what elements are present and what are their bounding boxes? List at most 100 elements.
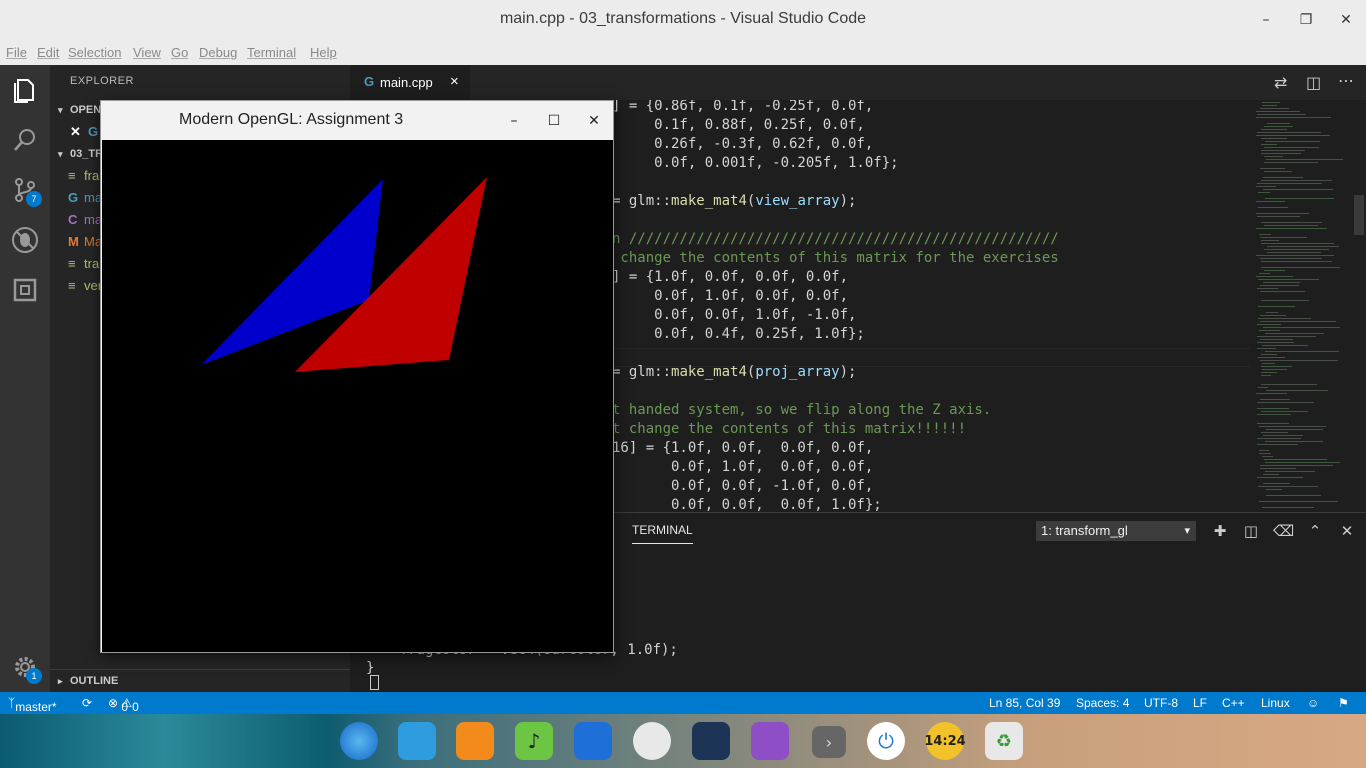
minimap-line bbox=[1259, 234, 1271, 235]
tab-terminal[interactable]: TERMINAL bbox=[632, 523, 693, 544]
menu-selection[interactable]: Selection bbox=[68, 45, 121, 60]
more-actions-icon[interactable]: ⋯ bbox=[1338, 71, 1354, 90]
tab-close-icon[interactable]: × bbox=[450, 73, 459, 90]
video-player-icon[interactable] bbox=[574, 722, 612, 760]
tab-main-cpp[interactable]: G main.cpp × bbox=[350, 65, 470, 100]
extensions-icon[interactable] bbox=[0, 265, 50, 315]
minimap-line bbox=[1262, 345, 1308, 346]
menu-debug[interactable]: Debug bbox=[199, 45, 237, 60]
split-terminal-icon[interactable]: ◫ bbox=[1241, 521, 1261, 541]
file-type-icon: G bbox=[68, 190, 79, 205]
gl-minimize-button[interactable]: – bbox=[504, 111, 524, 131]
code-token: = glm:: bbox=[612, 193, 672, 209]
restore-button[interactable]: ❐ bbox=[1296, 10, 1316, 30]
menu-file[interactable]: File bbox=[6, 45, 27, 60]
feedback-smiley-icon[interactable]: ☺ bbox=[1307, 696, 1319, 710]
minimap-line bbox=[1266, 390, 1328, 391]
menu-bar: File Edit Selection View Go Debug Termin… bbox=[0, 42, 1366, 65]
terminal-select[interactable]: 1: transform_gl ▾ bbox=[1036, 521, 1196, 541]
menu-terminal[interactable]: Terminal bbox=[247, 45, 296, 60]
eol-status[interactable]: LF bbox=[1193, 696, 1207, 710]
scrollbar-thumb[interactable] bbox=[1354, 195, 1364, 235]
opengl-window-title: Modern OpenGL: Assignment 3 bbox=[179, 111, 404, 128]
problems-status[interactable]: ⊗ 0 ⚠ 0 bbox=[108, 696, 139, 714]
minimap-line bbox=[1261, 375, 1271, 376]
menu-help[interactable]: Help bbox=[310, 45, 337, 60]
tab-label: main.cpp bbox=[380, 75, 433, 90]
minimap-line bbox=[1260, 321, 1336, 322]
minimize-button[interactable]: – bbox=[1256, 10, 1276, 30]
launcher-icon[interactable] bbox=[340, 722, 378, 760]
explorer-icon[interactable] bbox=[0, 65, 50, 115]
editor-tabs: G main.cpp × ⇄ ◫ ⋯ bbox=[350, 65, 1366, 100]
app-store-icon[interactable] bbox=[456, 722, 494, 760]
notification-bell-icon[interactable]: ⚑ bbox=[1338, 696, 1349, 710]
code-token: view_array bbox=[755, 193, 840, 209]
close-editor-icon[interactable]: ✕ bbox=[70, 121, 81, 143]
maximize-panel-icon[interactable]: ⌃ bbox=[1305, 521, 1325, 541]
trash-icon[interactable]: ⌫ bbox=[1273, 521, 1294, 541]
settings-gear-icon[interactable]: 1 bbox=[0, 642, 50, 692]
expand-tray-icon[interactable]: › bbox=[812, 726, 846, 758]
expand-arrow-icon: ▾ bbox=[58, 149, 63, 159]
gl-maximize-button[interactable]: ☐ bbox=[544, 111, 564, 131]
power-icon[interactable]: ⏻ bbox=[867, 722, 905, 760]
language-status[interactable]: C++ bbox=[1222, 696, 1245, 710]
minimap-line bbox=[1265, 462, 1340, 463]
minimap-line bbox=[1258, 357, 1285, 358]
indentation-status[interactable]: Spaces: 4 bbox=[1076, 696, 1129, 710]
file-type-icon: ≡ bbox=[68, 168, 76, 183]
settings-icon[interactable] bbox=[633, 722, 671, 760]
outline-section[interactable]: ▸ OUTLINE bbox=[50, 669, 350, 691]
code-token: make_mat4 bbox=[671, 364, 747, 380]
source-control-icon[interactable]: 7 bbox=[0, 165, 50, 215]
minimap-line bbox=[1257, 414, 1291, 415]
minimap-line bbox=[1260, 108, 1289, 109]
encoding-status[interactable]: UTF-8 bbox=[1144, 696, 1178, 710]
menu-view[interactable]: View bbox=[133, 45, 161, 60]
minimap-line bbox=[1256, 393, 1287, 394]
file-type-icon: M bbox=[68, 234, 79, 249]
system-tools-icon[interactable] bbox=[751, 722, 789, 760]
code-comment: n //////////////////////////////////////… bbox=[612, 231, 1059, 247]
branch-label: master* bbox=[15, 700, 57, 714]
platform-status[interactable]: Linux bbox=[1261, 696, 1290, 710]
error-count: 0 bbox=[121, 700, 129, 714]
menu-go[interactable]: Go bbox=[171, 45, 188, 60]
minimap-line bbox=[1261, 300, 1309, 301]
close-panel-icon[interactable]: ✕ bbox=[1337, 521, 1357, 541]
gl-close-button[interactable]: ✕ bbox=[584, 111, 604, 131]
minimap-line bbox=[1261, 432, 1288, 433]
close-button[interactable]: ✕ bbox=[1336, 10, 1356, 30]
branch-status[interactable]: ᛉ master* bbox=[8, 696, 57, 714]
collapse-arrow-icon: ▸ bbox=[58, 676, 63, 686]
code-token: = glm:: bbox=[612, 364, 672, 380]
editor-scrollbar[interactable] bbox=[1352, 100, 1366, 512]
minimap-line bbox=[1261, 354, 1277, 355]
vscode-icon[interactable] bbox=[692, 722, 730, 760]
recycle-bin-icon[interactable]: ♻ bbox=[985, 722, 1023, 760]
minimap-line bbox=[1257, 477, 1303, 478]
music-player-icon[interactable]: ♪ bbox=[515, 722, 553, 760]
cpp-file-icon: G bbox=[364, 74, 375, 89]
outline-label: OUTLINE bbox=[70, 675, 119, 687]
minimap-line bbox=[1257, 324, 1281, 325]
cursor-position[interactable]: Ln 85, Col 39 bbox=[989, 696, 1060, 710]
minimap-line bbox=[1260, 291, 1305, 292]
search-icon[interactable] bbox=[0, 115, 50, 165]
minimap[interactable] bbox=[1252, 100, 1352, 512]
minimap-line bbox=[1258, 486, 1318, 487]
menu-edit[interactable]: Edit bbox=[37, 45, 59, 60]
screen: main.cpp - 03_transformations - Visual S… bbox=[0, 0, 1366, 768]
minimap-line bbox=[1256, 201, 1285, 202]
sync-icon[interactable]: ⟳ bbox=[82, 696, 92, 710]
code-comment: change the contents of this matrix for t… bbox=[612, 250, 1059, 266]
clock-widget[interactable]: 14:24 bbox=[924, 722, 966, 760]
open-changes-icon[interactable]: ⇄ bbox=[1274, 73, 1287, 92]
minimap-line bbox=[1257, 288, 1278, 289]
split-editor-icon[interactable]: ◫ bbox=[1306, 73, 1321, 92]
debug-icon[interactable] bbox=[0, 215, 50, 265]
opengl-window[interactable]: Modern OpenGL: Assignment 3 – ☐ ✕ bbox=[100, 100, 614, 653]
new-terminal-icon[interactable]: ✚ bbox=[1210, 521, 1230, 541]
file-manager-icon[interactable] bbox=[398, 722, 436, 760]
